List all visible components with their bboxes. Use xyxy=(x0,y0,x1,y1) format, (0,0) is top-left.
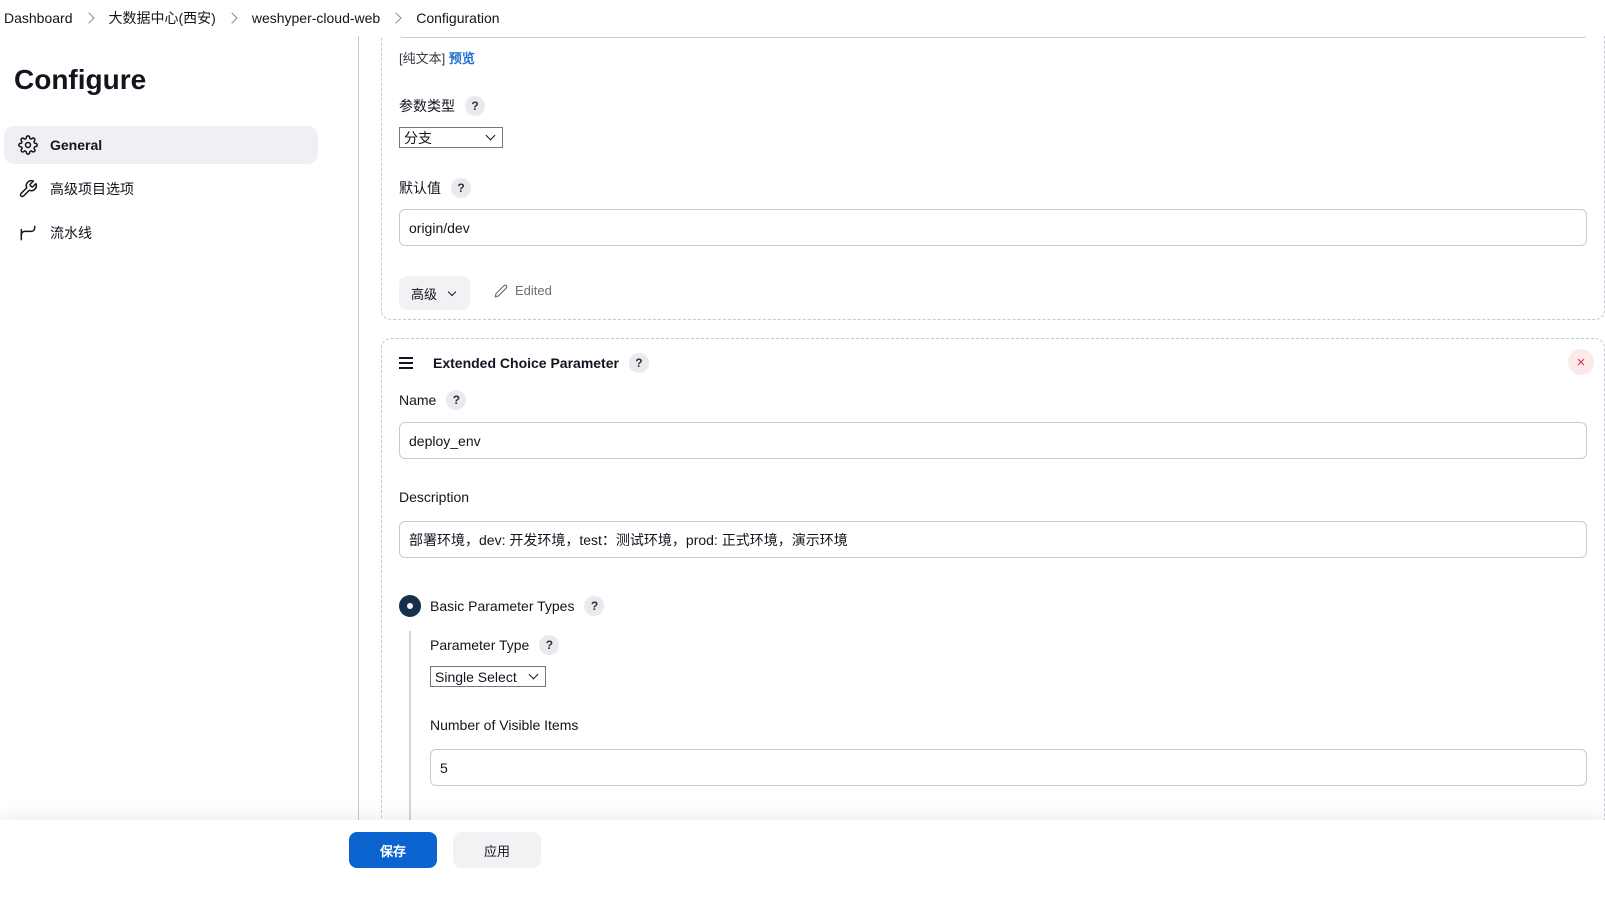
sidebar-item-general[interactable]: General xyxy=(4,126,318,164)
parameter-type-label-row: Parameter Type ? xyxy=(430,635,560,655)
breadcrumb-dashboard[interactable]: Dashboard xyxy=(4,10,73,26)
footer-bar: 保存 应用 xyxy=(0,820,1605,900)
edited-label: Edited xyxy=(515,283,552,298)
advanced-label: 高级 xyxy=(411,286,438,302)
parameter-section-git: [纯文本] 预览 参数类型 ? 分支 默认值 ? origin/dev 高级 E… xyxy=(381,36,1605,320)
help-icon[interactable]: ? xyxy=(451,178,471,198)
default-value-text: origin/dev xyxy=(409,219,470,236)
basic-parameter-types-radio[interactable] xyxy=(399,595,421,617)
chevron-down-icon xyxy=(528,669,539,680)
basic-types-label: Basic Parameter Types xyxy=(430,598,575,614)
parameter-type-select[interactable]: Single Select xyxy=(430,666,546,687)
close-icon[interactable]: × xyxy=(1568,349,1594,375)
extended-choice-parameter-section: Extended Choice Parameter ? × Name ? dep… xyxy=(381,338,1605,820)
page-title: Configure xyxy=(14,64,147,95)
chevron-down-icon xyxy=(485,130,496,141)
wrench-icon xyxy=(18,179,38,199)
name-value: deploy_env xyxy=(409,432,481,449)
breadcrumb-job[interactable]: weshyper-cloud-web xyxy=(252,10,380,26)
section-title: Extended Choice Parameter xyxy=(433,355,619,371)
help-icon[interactable]: ? xyxy=(628,353,649,373)
sidebar-item-advanced-options[interactable]: 高级项目选项 xyxy=(4,170,318,208)
textarea-bottom-edge xyxy=(399,36,1587,38)
plain-text-label: [纯文本] xyxy=(399,51,446,66)
param-type-label-row: 参数类型 ? xyxy=(399,96,485,116)
sidebar-divider xyxy=(358,36,359,820)
visible-items-value: 5 xyxy=(440,759,448,776)
help-icon[interactable]: ? xyxy=(465,96,485,116)
chevron-right-icon xyxy=(82,12,95,24)
description-label-row: Description xyxy=(399,489,469,505)
drag-handle-icon[interactable] xyxy=(399,357,413,369)
sidebar-item-label: 高级项目选项 xyxy=(50,181,134,197)
name-label: Name xyxy=(399,392,437,408)
pipeline-icon xyxy=(18,223,38,243)
chevron-right-icon xyxy=(390,12,402,24)
parameter-type-label: Parameter Type xyxy=(430,637,530,653)
sidebar-item-label: 流水线 xyxy=(50,225,92,241)
default-value-label-row: 默认值 ? xyxy=(399,178,471,198)
chevron-down-icon xyxy=(447,287,457,296)
description-value: 部署环境，dev: 开发环境，test：测试环境，prod: 正式环境，演示环境 xyxy=(409,531,848,548)
apply-button[interactable]: 应用 xyxy=(453,832,541,868)
default-value-label: 默认值 xyxy=(399,180,441,196)
param-type-select[interactable]: 分支 xyxy=(399,127,503,148)
breadcrumb-configuration[interactable]: Configuration xyxy=(416,10,499,26)
help-icon[interactable]: ? xyxy=(446,390,467,410)
preview-link[interactable]: 预览 xyxy=(449,51,475,66)
help-icon[interactable]: ? xyxy=(539,635,560,655)
sidebar: Configure General 高级项目选项 流水线 xyxy=(0,36,360,900)
description-input[interactable]: 部署环境，dev: 开发环境，test：测试环境，prod: 正式环境，演示环境 xyxy=(399,521,1587,558)
sidebar-item-label: General xyxy=(50,137,103,153)
name-input[interactable]: deploy_env xyxy=(399,422,1587,459)
gear-icon xyxy=(18,135,38,155)
description-label: Description xyxy=(399,489,470,505)
breadcrumb-folder[interactable]: 大数据中心(西安) xyxy=(109,8,216,28)
breadcrumb: Dashboard 大数据中心(西安) weshyper-cloud-web C… xyxy=(0,0,1605,36)
visible-items-label: Number of Visible Items xyxy=(430,717,579,733)
sidebar-item-pipeline[interactable]: 流水线 xyxy=(4,214,318,252)
nested-group-line xyxy=(409,631,411,820)
section-header: Extended Choice Parameter ? xyxy=(399,353,649,373)
visible-items-label-row: Number of Visible Items xyxy=(430,717,578,733)
default-value-input[interactable]: origin/dev xyxy=(399,209,1587,246)
name-label-row: Name ? xyxy=(399,390,467,410)
main-content: [纯文本] 预览 参数类型 ? 分支 默认值 ? origin/dev 高级 E… xyxy=(360,36,1605,820)
param-type-value: 分支 xyxy=(404,129,432,146)
text-format-hint: [纯文本] 预览 xyxy=(399,48,475,67)
chevron-right-icon xyxy=(226,12,238,24)
help-icon[interactable]: ? xyxy=(584,596,605,616)
visible-items-input[interactable]: 5 xyxy=(430,749,1587,786)
parameter-type-value: Single Select xyxy=(435,668,517,685)
basic-types-label-row: Basic Parameter Types ? xyxy=(430,595,605,617)
edited-indicator: Edited xyxy=(494,283,552,298)
param-type-label: 参数类型 xyxy=(399,98,455,114)
pencil-icon xyxy=(494,284,508,298)
save-button[interactable]: 保存 xyxy=(349,832,437,868)
advanced-button[interactable]: 高级 xyxy=(399,276,470,310)
